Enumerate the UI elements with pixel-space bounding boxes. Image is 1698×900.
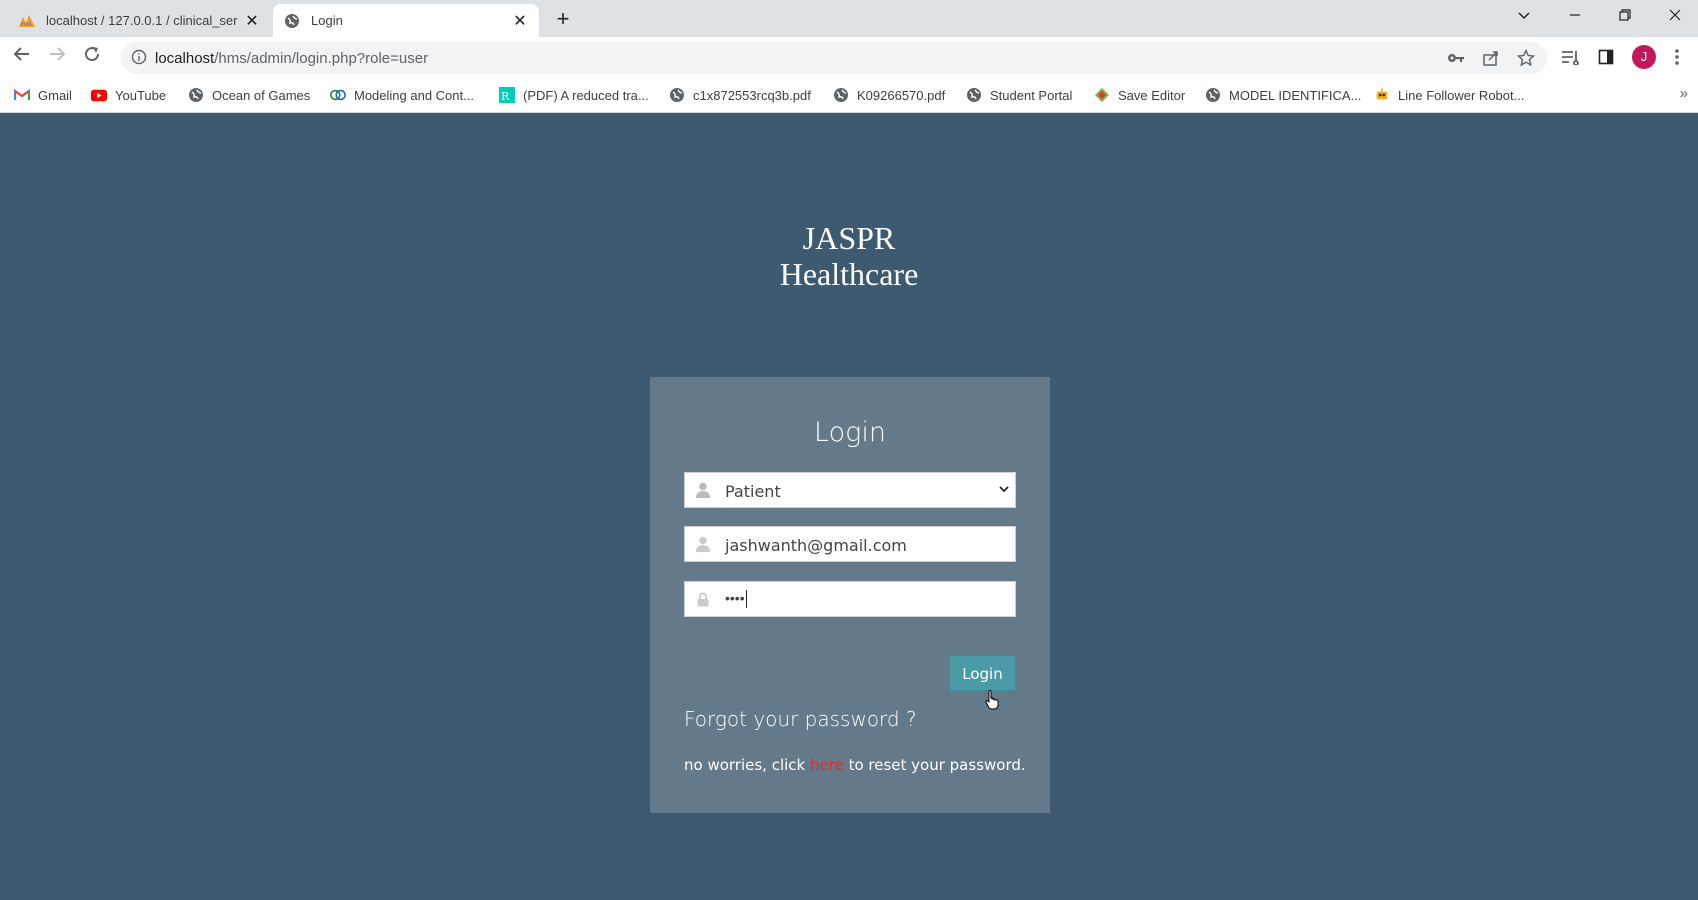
menu-kebab-icon[interactable]	[1666, 46, 1688, 68]
forgot-password-heading: Forgot your password ?	[684, 707, 917, 731]
bookmark-student-portal[interactable]: Student Portal	[966, 86, 1072, 104]
password-value: ••••	[725, 590, 747, 609]
bookmark-label: (PDF) A reduced tra...	[523, 87, 649, 103]
reload-icon[interactable]	[78, 43, 106, 71]
bookmark-label: MODEL IDENTIFICA...	[1229, 87, 1362, 103]
bookmark-label: Gmail	[38, 87, 72, 103]
forward-icon[interactable]	[43, 43, 71, 71]
side-panel-icon[interactable]	[1595, 46, 1617, 68]
hand-pointer-icon	[985, 690, 999, 710]
email-value: jashwanth@gmail.com	[725, 536, 907, 555]
bookmark-save-editor[interactable]: Save Editor	[1094, 86, 1185, 104]
profile-avatar[interactable]: J	[1632, 45, 1656, 69]
brand-title-line2: Healthcare	[779, 256, 919, 292]
tab-title: localhost / 127.0.0.1 / clinical_ser	[46, 13, 238, 28]
bookmark-star-icon[interactable]	[1516, 48, 1536, 68]
bookmark-youtube[interactable]: YouTube	[91, 86, 166, 104]
address-host: localhost	[155, 50, 215, 67]
reset-password-text: no worries, click here to reset your pas…	[684, 756, 1026, 774]
bookmark-label: Line Follower Robot...	[1398, 87, 1525, 103]
bookmark-label: Save Editor	[1118, 87, 1186, 103]
rings-icon	[330, 87, 346, 103]
tab-strip: PMA localhost / 127.0.0.1 / clinical_ser…	[0, 0, 1698, 37]
bookmark-label: K09266570.pdf	[857, 87, 946, 103]
reset-password-link[interactable]: here	[810, 756, 844, 774]
close-icon[interactable]: ✕	[243, 11, 261, 31]
tab-title: Login	[311, 13, 343, 28]
role-select-value: Patient	[725, 482, 781, 501]
address-url: localhost/hms/admin/login.php?role=user	[155, 50, 428, 67]
email-field[interactable]: jashwanth@gmail.com	[684, 526, 1016, 562]
bookmark-gmail[interactable]: Gmail	[14, 86, 72, 104]
bookmark-modeling[interactable]: Modeling and Cont...	[330, 86, 474, 104]
minimize-icon[interactable]	[1555, 4, 1595, 32]
user-icon	[695, 536, 711, 552]
lock-icon	[695, 591, 711, 607]
reset-prefix: no worries, click	[684, 756, 810, 774]
close-icon[interactable]: ✕	[511, 11, 529, 31]
bookmark-label: Ocean of Games	[212, 87, 311, 103]
bookmark-k09-pdf[interactable]: K09266570.pdf	[833, 86, 945, 104]
restore-icon[interactable]	[1605, 4, 1645, 32]
info-icon[interactable]	[131, 49, 147, 65]
bookmark-model-identifica[interactable]: MODEL IDENTIFICA...	[1205, 86, 1361, 104]
youtube-icon	[91, 87, 107, 103]
svg-text:PMA: PMA	[21, 22, 32, 28]
browser-toolbar: localhost/hms/admin/login.php?role=user	[0, 37, 1698, 77]
bookmark-c1x-pdf[interactable]: c1x872553rcq3b.pdf	[669, 86, 811, 104]
back-icon[interactable]	[8, 43, 36, 71]
globe-icon	[966, 87, 982, 103]
gmail-icon	[14, 87, 30, 103]
globe-icon	[1205, 87, 1221, 103]
key-icon[interactable]	[1446, 48, 1466, 68]
window-close-icon[interactable]	[1655, 4, 1695, 32]
password-mask: ••••	[725, 590, 745, 606]
globe-icon	[669, 87, 685, 103]
researchgate-icon: R	[499, 87, 515, 103]
page-content: JASPR Healthcare Login Patient jashwanth…	[0, 113, 1698, 900]
address-path: /hms/admin/login.php?role=user	[214, 50, 429, 67]
save-editor-icon	[1094, 87, 1110, 103]
login-title: Login	[814, 417, 886, 448]
globe-icon	[283, 12, 301, 30]
role-select[interactable]: Patient	[684, 472, 1016, 508]
brand-title-line1: JASPR	[802, 220, 896, 256]
bookmark-label: Modeling and Cont...	[354, 87, 474, 103]
reset-suffix: to reset your password.	[843, 756, 1026, 774]
bookmark-label: YouTube	[115, 87, 167, 103]
login-card: Login Patient jashwanth@gmail.com •••• L…	[650, 377, 1050, 813]
svg-text:R: R	[501, 90, 510, 103]
chevron-down-icon	[997, 482, 1011, 496]
address-bar[interactable]: localhost/hms/admin/login.php?role=user	[121, 42, 1547, 74]
bookmark-pdf-reduced[interactable]: R (PDF) A reduced tra...	[499, 86, 649, 104]
bookmark-ocean-of-games[interactable]: Ocean of Games	[188, 86, 310, 104]
reading-list-icon[interactable]	[1560, 46, 1582, 68]
share-icon[interactable]	[1481, 48, 1501, 68]
tab-login[interactable]: Login ✕	[273, 4, 539, 37]
new-tab-icon[interactable]: +	[550, 6, 576, 32]
text-caret	[745, 590, 747, 609]
tab-phpmyadmin[interactable]: PMA localhost / 127.0.0.1 / clinical_ser…	[8, 4, 271, 37]
bookmark-line-follower[interactable]: Line Follower Robot...	[1374, 86, 1524, 104]
bookmark-label: c1x872553rcq3b.pdf	[693, 87, 811, 103]
globe-icon	[833, 87, 849, 103]
phpmyadmin-icon: PMA	[18, 12, 36, 30]
robot-icon	[1374, 87, 1390, 103]
tab-search-icon[interactable]	[1504, 4, 1544, 32]
password-field[interactable]: ••••	[684, 581, 1016, 617]
bookmarks-overflow-icon[interactable]: »	[1680, 85, 1688, 102]
login-button[interactable]: Login	[949, 655, 1016, 691]
bookmark-label: Student Portal	[990, 87, 1073, 103]
user-icon	[695, 482, 711, 498]
bookmarks-bar: Gmail YouTube Ocean of Games Modeling an…	[0, 77, 1698, 113]
globe-icon	[188, 87, 204, 103]
